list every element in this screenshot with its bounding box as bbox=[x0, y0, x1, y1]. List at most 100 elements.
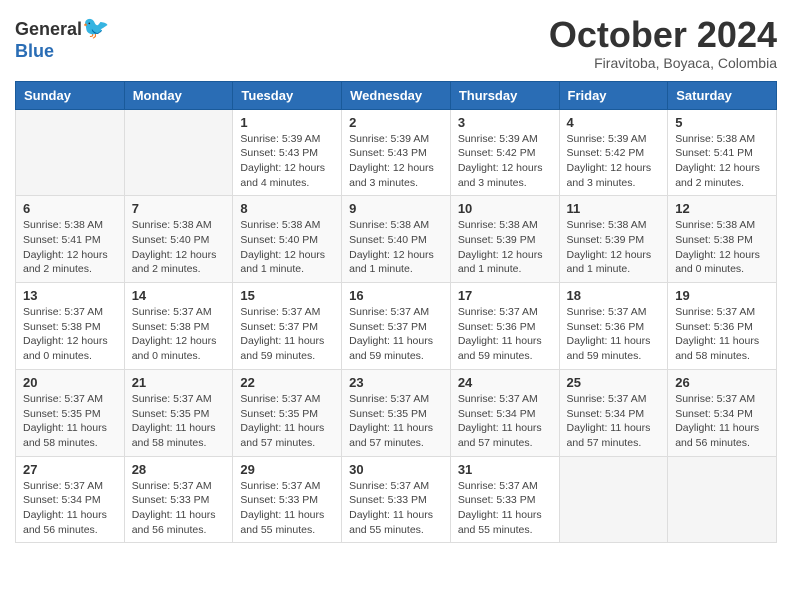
day-number: 12 bbox=[675, 201, 769, 216]
day-info: Sunrise: 5:39 AM Sunset: 5:42 PM Dayligh… bbox=[458, 132, 552, 191]
day-info: Sunrise: 5:39 AM Sunset: 5:43 PM Dayligh… bbox=[240, 132, 334, 191]
day-info: Sunrise: 5:37 AM Sunset: 5:35 PM Dayligh… bbox=[240, 392, 334, 451]
day-header-wednesday: Wednesday bbox=[342, 81, 451, 109]
calendar-cell: 30 Sunrise: 5:37 AM Sunset: 5:33 PM Dayli… bbox=[342, 456, 451, 543]
calendar-cell bbox=[668, 456, 777, 543]
calendar-cell bbox=[16, 109, 125, 196]
day-header-tuesday: Tuesday bbox=[233, 81, 342, 109]
day-info: Sunrise: 5:37 AM Sunset: 5:36 PM Dayligh… bbox=[567, 305, 661, 364]
logo: General🐦 Blue bbox=[15, 15, 109, 62]
day-number: 4 bbox=[567, 115, 661, 130]
day-number: 6 bbox=[23, 201, 117, 216]
calendar-week-row: 1 Sunrise: 5:39 AM Sunset: 5:43 PM Daylig… bbox=[16, 109, 777, 196]
calendar-cell: 12 Sunrise: 5:38 AM Sunset: 5:38 PM Dayli… bbox=[668, 196, 777, 283]
day-info: Sunrise: 5:38 AM Sunset: 5:39 PM Dayligh… bbox=[567, 218, 661, 277]
day-info: Sunrise: 5:37 AM Sunset: 5:33 PM Dayligh… bbox=[349, 479, 443, 538]
day-info: Sunrise: 5:38 AM Sunset: 5:39 PM Dayligh… bbox=[458, 218, 552, 277]
day-header-monday: Monday bbox=[124, 81, 233, 109]
day-number: 23 bbox=[349, 375, 443, 390]
day-header-friday: Friday bbox=[559, 81, 668, 109]
calendar-cell: 27 Sunrise: 5:37 AM Sunset: 5:34 PM Dayli… bbox=[16, 456, 125, 543]
day-info: Sunrise: 5:38 AM Sunset: 5:40 PM Dayligh… bbox=[349, 218, 443, 277]
day-number: 16 bbox=[349, 288, 443, 303]
calendar-cell: 15Sunrise: 5:37 AM Sunset: 5:37 PM Dayli… bbox=[233, 283, 342, 370]
calendar-header-row: SundayMondayTuesdayWednesdayThursdayFrid… bbox=[16, 81, 777, 109]
calendar-cell: 22 Sunrise: 5:37 AM Sunset: 5:35 PM Dayli… bbox=[233, 369, 342, 456]
day-info: Sunrise: 5:37 AM Sunset: 5:38 PM Dayligh… bbox=[23, 305, 117, 364]
calendar-cell: 25Sunrise: 5:37 AM Sunset: 5:34 PM Dayli… bbox=[559, 369, 668, 456]
calendar-cell: 13 Sunrise: 5:37 AM Sunset: 5:38 PM Dayli… bbox=[16, 283, 125, 370]
day-header-sunday: Sunday bbox=[16, 81, 125, 109]
calendar-cell bbox=[124, 109, 233, 196]
day-info: Sunrise: 5:37 AM Sunset: 5:34 PM Dayligh… bbox=[458, 392, 552, 451]
day-number: 3 bbox=[458, 115, 552, 130]
day-info: Sunrise: 5:37 AM Sunset: 5:37 PM Dayligh… bbox=[240, 305, 334, 364]
calendar-week-row: 13 Sunrise: 5:37 AM Sunset: 5:38 PM Dayli… bbox=[16, 283, 777, 370]
calendar-cell: 2Sunrise: 5:39 AM Sunset: 5:43 PM Daylig… bbox=[342, 109, 451, 196]
calendar-cell: 24Sunrise: 5:37 AM Sunset: 5:34 PM Dayli… bbox=[450, 369, 559, 456]
calendar-cell: 1 Sunrise: 5:39 AM Sunset: 5:43 PM Daylig… bbox=[233, 109, 342, 196]
day-info: Sunrise: 5:38 AM Sunset: 5:38 PM Dayligh… bbox=[675, 218, 769, 277]
calendar-week-row: 27 Sunrise: 5:37 AM Sunset: 5:34 PM Dayli… bbox=[16, 456, 777, 543]
calendar-cell: 31 Sunrise: 5:37 AM Sunset: 5:33 PM Dayli… bbox=[450, 456, 559, 543]
calendar-cell bbox=[559, 456, 668, 543]
day-info: Sunrise: 5:38 AM Sunset: 5:40 PM Dayligh… bbox=[240, 218, 334, 277]
day-number: 29 bbox=[240, 462, 334, 477]
calendar-cell: 28Sunrise: 5:37 AM Sunset: 5:33 PM Dayli… bbox=[124, 456, 233, 543]
calendar-cell: 6 Sunrise: 5:38 AM Sunset: 5:41 PM Daylig… bbox=[16, 196, 125, 283]
calendar-cell: 17 Sunrise: 5:37 AM Sunset: 5:36 PM Dayli… bbox=[450, 283, 559, 370]
location-subtitle: Firavitoba, Boyaca, Colombia bbox=[549, 55, 777, 71]
day-info: Sunrise: 5:37 AM Sunset: 5:38 PM Dayligh… bbox=[132, 305, 226, 364]
day-info: Sunrise: 5:37 AM Sunset: 5:34 PM Dayligh… bbox=[675, 392, 769, 451]
day-number: 19 bbox=[675, 288, 769, 303]
calendar-cell: 19 Sunrise: 5:37 AM Sunset: 5:36 PM Dayli… bbox=[668, 283, 777, 370]
calendar-cell: 5Sunrise: 5:38 AM Sunset: 5:41 PM Daylig… bbox=[668, 109, 777, 196]
month-title: October 2024 bbox=[549, 15, 777, 55]
day-info: Sunrise: 5:37 AM Sunset: 5:35 PM Dayligh… bbox=[132, 392, 226, 451]
calendar-cell: 7Sunrise: 5:38 AM Sunset: 5:40 PM Daylig… bbox=[124, 196, 233, 283]
calendar-table: SundayMondayTuesdayWednesdayThursdayFrid… bbox=[15, 81, 777, 544]
calendar-cell: 16 Sunrise: 5:37 AM Sunset: 5:37 PM Dayli… bbox=[342, 283, 451, 370]
calendar-cell: 21Sunrise: 5:37 AM Sunset: 5:35 PM Dayli… bbox=[124, 369, 233, 456]
day-number: 27 bbox=[23, 462, 117, 477]
day-number: 14 bbox=[132, 288, 226, 303]
day-number: 17 bbox=[458, 288, 552, 303]
day-number: 5 bbox=[675, 115, 769, 130]
day-info: Sunrise: 5:38 AM Sunset: 5:41 PM Dayligh… bbox=[23, 218, 117, 277]
day-number: 18 bbox=[567, 288, 661, 303]
calendar-cell: 26Sunrise: 5:37 AM Sunset: 5:34 PM Dayli… bbox=[668, 369, 777, 456]
title-section: October 2024 Firavitoba, Boyaca, Colombi… bbox=[549, 15, 777, 71]
logo-general-text: General bbox=[15, 19, 82, 39]
day-number: 20 bbox=[23, 375, 117, 390]
logo-blue-text: Blue bbox=[15, 41, 54, 61]
day-number: 10 bbox=[458, 201, 552, 216]
day-number: 1 bbox=[240, 115, 334, 130]
calendar-cell: 3 Sunrise: 5:39 AM Sunset: 5:42 PM Daylig… bbox=[450, 109, 559, 196]
calendar-cell: 14 Sunrise: 5:37 AM Sunset: 5:38 PM Dayli… bbox=[124, 283, 233, 370]
day-info: Sunrise: 5:37 AM Sunset: 5:36 PM Dayligh… bbox=[675, 305, 769, 364]
day-info: Sunrise: 5:37 AM Sunset: 5:37 PM Dayligh… bbox=[349, 305, 443, 364]
day-info: Sunrise: 5:37 AM Sunset: 5:33 PM Dayligh… bbox=[240, 479, 334, 538]
day-number: 22 bbox=[240, 375, 334, 390]
logo-bird-icon: 🐦 bbox=[82, 15, 109, 40]
header: General🐦 Blue October 2024 Firavitoba, B… bbox=[15, 15, 777, 71]
day-info: Sunrise: 5:39 AM Sunset: 5:42 PM Dayligh… bbox=[567, 132, 661, 191]
calendar-cell: 23 Sunrise: 5:37 AM Sunset: 5:35 PM Dayli… bbox=[342, 369, 451, 456]
day-info: Sunrise: 5:37 AM Sunset: 5:35 PM Dayligh… bbox=[349, 392, 443, 451]
calendar-cell: 20 Sunrise: 5:37 AM Sunset: 5:35 PM Dayli… bbox=[16, 369, 125, 456]
day-info: Sunrise: 5:37 AM Sunset: 5:33 PM Dayligh… bbox=[132, 479, 226, 538]
calendar-cell: 8 Sunrise: 5:38 AM Sunset: 5:40 PM Daylig… bbox=[233, 196, 342, 283]
day-number: 8 bbox=[240, 201, 334, 216]
day-number: 7 bbox=[132, 201, 226, 216]
calendar-week-row: 6 Sunrise: 5:38 AM Sunset: 5:41 PM Daylig… bbox=[16, 196, 777, 283]
day-number: 30 bbox=[349, 462, 443, 477]
day-info: Sunrise: 5:37 AM Sunset: 5:34 PM Dayligh… bbox=[23, 479, 117, 538]
day-number: 31 bbox=[458, 462, 552, 477]
day-info: Sunrise: 5:37 AM Sunset: 5:36 PM Dayligh… bbox=[458, 305, 552, 364]
calendar-cell: 4 Sunrise: 5:39 AM Sunset: 5:42 PM Daylig… bbox=[559, 109, 668, 196]
day-info: Sunrise: 5:37 AM Sunset: 5:33 PM Dayligh… bbox=[458, 479, 552, 538]
day-number: 13 bbox=[23, 288, 117, 303]
day-info: Sunrise: 5:37 AM Sunset: 5:35 PM Dayligh… bbox=[23, 392, 117, 451]
day-header-saturday: Saturday bbox=[668, 81, 777, 109]
day-number: 11 bbox=[567, 201, 661, 216]
